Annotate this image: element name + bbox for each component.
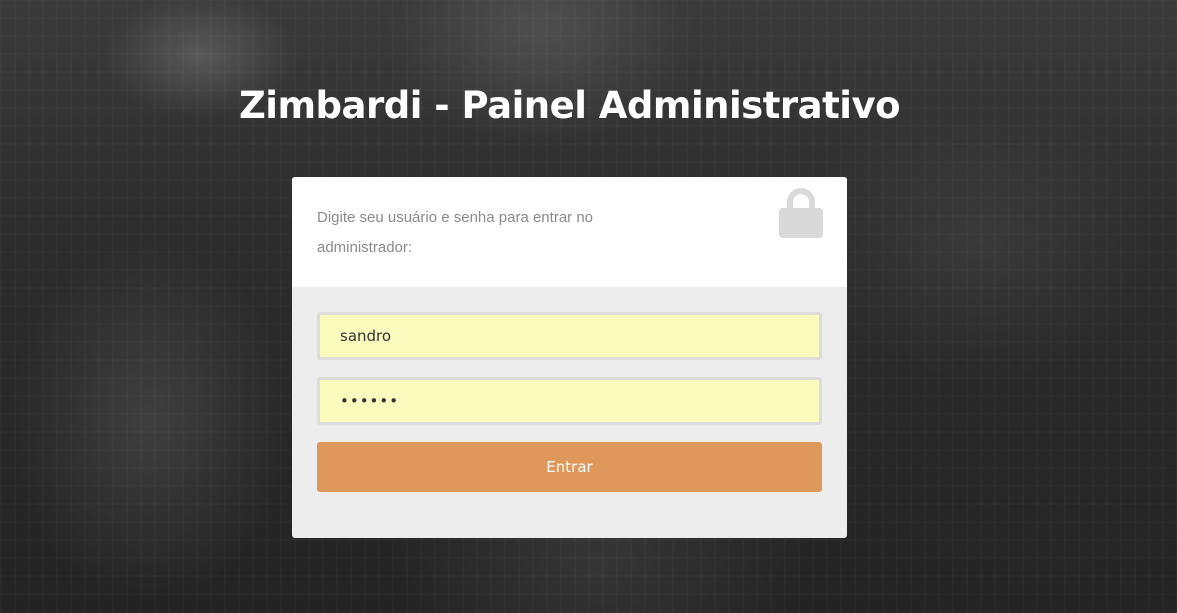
login-card: Digite seu usuário e senha para entrar n…	[292, 177, 847, 538]
username-input[interactable]	[317, 312, 822, 360]
page-title: Zimbardi - Painel Administrativo	[238, 84, 901, 127]
login-form: Entrar	[292, 287, 847, 538]
login-card-header: Digite seu usuário e senha para entrar n…	[292, 177, 847, 287]
login-description: Digite seu usuário e senha para entrar n…	[317, 209, 594, 256]
lock-icon	[779, 185, 823, 239]
password-input[interactable]	[317, 377, 822, 425]
submit-button[interactable]: Entrar	[317, 442, 822, 492]
